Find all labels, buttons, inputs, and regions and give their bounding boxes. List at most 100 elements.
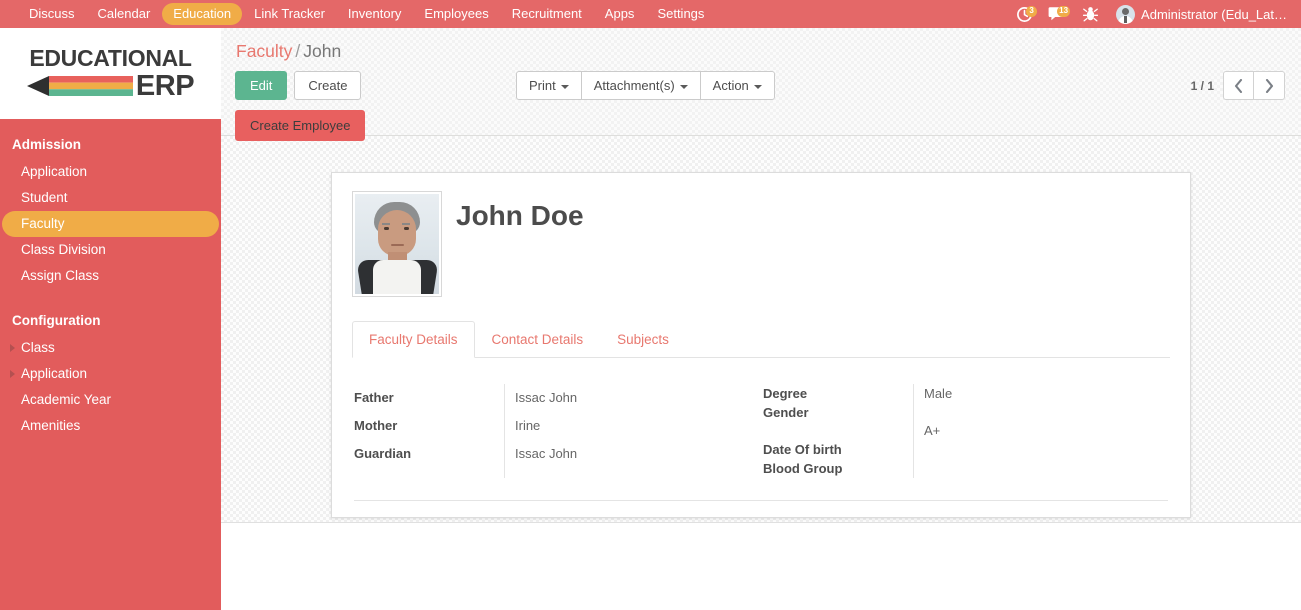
left-group-labels: Father Mother Guardian <box>352 384 504 478</box>
avatar <box>1116 4 1136 24</box>
edit-button[interactable]: Edit <box>235 71 288 100</box>
nav-item-calendar[interactable]: Calendar <box>87 3 162 25</box>
sidebar-item-amenities[interactable]: Amenities <box>2 413 219 439</box>
nav-item-employees[interactable]: Employees <box>413 3 499 25</box>
page-footer-area <box>221 522 1301 610</box>
print-dropdown-button[interactable]: Print <box>516 71 582 100</box>
tab-subjects[interactable]: Subjects <box>600 321 686 358</box>
sidebar: EDUCATIONAL ERP Admission Application St… <box>0 28 221 610</box>
tab-faculty-details[interactable]: Faculty Details <box>352 321 475 358</box>
sidebar-item-faculty[interactable]: Faculty <box>2 211 219 237</box>
chevron-down-icon <box>753 84 762 89</box>
sidebar-item-class[interactable]: Class <box>2 335 219 361</box>
record-header: John Doe <box>352 191 1170 305</box>
create-employee-button[interactable]: Create Employee <box>235 110 366 141</box>
nav-item-discuss[interactable]: Discuss <box>18 3 86 25</box>
value-gender: Male <box>924 386 953 401</box>
sidebar-menu: Admission Application Student Faculty Cl… <box>0 121 221 439</box>
chevron-right-icon <box>10 344 15 352</box>
pencil-icon <box>26 76 133 96</box>
chevron-left-icon <box>1234 78 1243 93</box>
field-group-left: Father Mother Guardian Issac John Irine … <box>352 384 761 478</box>
activity-menu-button[interactable]: 3 <box>1009 2 1039 26</box>
label-gender: Gender <box>763 405 809 420</box>
label-mother: Mother <box>354 418 398 433</box>
chevron-right-icon <box>10 370 15 378</box>
sidebar-item-class-label: Class <box>21 340 55 355</box>
label-degree: Degree <box>763 386 808 401</box>
user-name-label: Administrator (Edu_Lat… <box>1141 6 1287 22</box>
right-group-labels: Degree Gender Date Of birth Blood Group <box>761 384 913 478</box>
faculty-photo <box>355 194 439 294</box>
nav-item-link-tracker[interactable]: Link Tracker <box>243 3 336 25</box>
chevron-right-icon <box>1265 78 1273 93</box>
sidebar-section-admission: Admission <box>12 137 82 152</box>
record-pager: 1 / 1 <box>1191 71 1285 100</box>
pager-next-button[interactable] <box>1254 71 1285 100</box>
attachments-label: Attachment(s) <box>593 78 675 93</box>
sidebar-item-academic-year[interactable]: Academic Year <box>2 387 219 413</box>
field-groups: Father Mother Guardian Issac John Irine … <box>352 358 1170 478</box>
debug-menu-button[interactable] <box>1075 2 1105 26</box>
nav-item-settings[interactable]: Settings <box>646 3 715 25</box>
form-tabs: Faculty Details Contact Details Subjects <box>352 321 1170 358</box>
value-blood-group: A+ <box>924 423 941 438</box>
sidebar-item-class-division[interactable]: Class Division <box>2 237 219 263</box>
main-content-area: Faculty / John Edit Create Print Attachmen… <box>221 28 1301 522</box>
logo-row-erp: ERP <box>26 70 195 102</box>
value-mother: Irine <box>515 418 541 433</box>
control-panel-buttons: Edit Create Print Attachment(s) Action 1… <box>221 62 1301 100</box>
sidebar-item-assign-class[interactable]: Assign Class <box>2 263 219 289</box>
tab-contact-details[interactable]: Contact Details <box>475 321 601 358</box>
bug-icon <box>1082 7 1098 22</box>
record-action-bar: Create Employee <box>221 100 1301 141</box>
user-menu[interactable]: Administrator (Edu_Lat… <box>1108 4 1293 24</box>
sidebar-item-student[interactable]: Student <box>2 185 219 211</box>
breadcrumb-faculty-link[interactable]: Faculty <box>236 41 292 61</box>
nav-item-education[interactable]: Education <box>162 3 243 25</box>
label-date-of-birth: Date Of birth <box>763 442 842 457</box>
pager-previous-button[interactable] <box>1223 71 1254 100</box>
value-father: Issac John <box>515 390 578 405</box>
messages-count-badge: 13 <box>1057 6 1071 17</box>
sheet-divider <box>354 500 1168 501</box>
right-group-values: Male A+ <box>913 384 1152 478</box>
messages-menu-button[interactable]: 13 <box>1042 2 1072 26</box>
label-father: Father <box>354 390 394 405</box>
nav-item-inventory[interactable]: Inventory <box>337 3 412 25</box>
left-group-values: Issac John Irine Issac John <box>504 384 743 478</box>
action-label: Action <box>712 78 749 93</box>
pager-count-label: 1 / 1 <box>1190 78 1214 93</box>
logo-text-erp: ERP <box>135 70 195 102</box>
value-guardian: Issac John <box>515 446 578 461</box>
attachments-dropdown-button[interactable]: Attachment(s) <box>580 71 701 100</box>
logo-text-educational: EDUCATIONAL <box>29 45 192 71</box>
breadcrumb-separator: / <box>295 41 301 61</box>
form-sheet-wrapper: John Doe Faculty Details Contact Details… <box>221 136 1301 518</box>
sidebar-item-config-application-label: Application <box>21 366 88 381</box>
chevron-down-icon <box>679 84 688 89</box>
control-panel: Faculty / John Edit Create Print Attachmen… <box>221 28 1301 141</box>
field-group-right: Degree Gender Date Of birth Blood Group … <box>761 384 1170 478</box>
label-guardian: Guardian <box>354 446 412 461</box>
top-nav-items: Discuss Calendar Education Link Tracker … <box>0 3 716 25</box>
breadcrumb-current: John <box>303 41 342 61</box>
sidebar-item-config-application[interactable]: Application <box>2 361 219 387</box>
top-navigation-bar: Discuss Calendar Education Link Tracker … <box>0 0 1301 28</box>
record-action-button-group: Print Attachment(s) Action <box>516 71 775 100</box>
breadcrumb: Faculty / John <box>221 28 1301 62</box>
sidebar-item-application[interactable]: Application <box>2 159 219 185</box>
chevron-down-icon <box>560 84 569 89</box>
sidebar-section-configuration: Configuration <box>12 313 101 328</box>
top-nav-right: 3 13 Administrator (Edu_Lat… <box>1009 2 1301 26</box>
label-blood-group: Blood Group <box>763 461 843 476</box>
faculty-photo-frame[interactable] <box>352 191 442 297</box>
form-sheet: John Doe Faculty Details Contact Details… <box>331 172 1191 518</box>
print-label: Print <box>529 78 556 93</box>
nav-item-apps[interactable]: Apps <box>594 3 646 25</box>
record-name-title: John Doe <box>456 200 584 231</box>
nav-item-recruitment[interactable]: Recruitment <box>501 3 593 25</box>
app-logo[interactable]: EDUCATIONAL ERP <box>0 28 221 121</box>
action-dropdown-button[interactable]: Action <box>699 71 775 100</box>
create-button[interactable]: Create <box>294 71 362 100</box>
